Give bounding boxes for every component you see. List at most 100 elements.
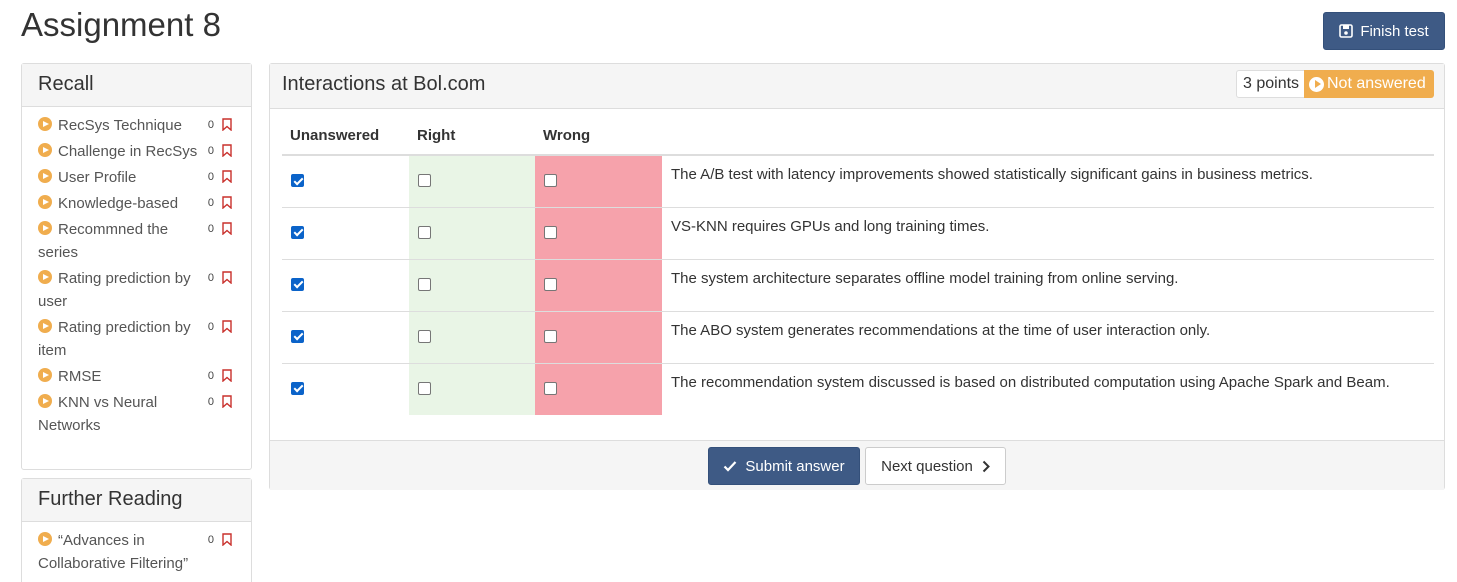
answer-row: The system architecture separates offlin… [282,258,1434,311]
question-header: Interactions at Bol.com 3 points Not ans… [270,64,1444,109]
sidebar-item[interactable]: User Profile 0 [38,166,239,189]
sidebar-item-count: 0 [207,396,214,408]
sidebar-item-count: 0 [207,321,214,333]
answer-row: The ABO system generates recommendations… [282,310,1434,363]
sidebar-item-label: RMSE [58,368,102,385]
next-question-label: Next question [881,457,973,475]
status-badge: Not answered [1304,70,1434,98]
right-checkbox[interactable] [418,174,431,187]
play-circle-icon [38,195,52,209]
play-circle-icon [38,117,52,131]
bookmark-icon[interactable] [222,196,232,209]
sidebar-item[interactable]: RMSE 0 [38,365,239,388]
unanswered-cell [282,362,409,415]
finish-test-button[interactable]: Finish test [1323,12,1445,50]
sidebar-item-label: “Advances in Collaborative Filtering” [38,532,189,572]
further-reading-list: “Advances in Collaborative Filtering” 0 [22,522,251,575]
wrong-cell [535,258,662,311]
sidebar-item-count: 0 [207,145,214,157]
recall-panel-title: Recall [22,64,251,107]
next-question-button[interactable]: Next question [865,447,1006,485]
unanswered-cell [282,154,409,207]
bookmark-icon[interactable] [222,271,232,284]
sidebar-item[interactable]: KNN vs Neural Networks 0 [38,391,239,437]
statement-text: The system architecture separates offlin… [662,258,1434,311]
wrong-checkbox[interactable] [544,329,557,343]
sidebar-item-count: 0 [207,272,214,284]
submit-answer-label: Submit answer [745,457,845,475]
sidebar-item-label: Knowledge-based [58,195,179,212]
checkmark-icon [724,461,737,472]
sidebar-item[interactable]: Challenge in RecSys 0 [38,140,239,163]
column-header-right: Right [409,117,535,156]
sidebar-item[interactable]: Rating prediction by user 0 [38,267,239,313]
sidebar-item-count: 0 [207,119,214,131]
question-title: Interactions at Bol.com [282,73,486,95]
wrong-checkbox[interactable] [544,277,557,291]
sidebar-item-count: 0 [207,197,214,209]
sidebar-item-count: 0 [207,370,214,382]
play-circle-icon [38,169,52,183]
statement-text: The recommendation system discussed is b… [662,362,1434,415]
bookmark-icon[interactable] [222,170,232,183]
wrong-checkbox[interactable] [544,174,557,187]
right-checkbox[interactable] [418,277,431,291]
sidebar-item-label: Rating prediction by item [38,319,191,359]
unanswered-checkbox[interactable] [291,225,304,239]
question-panel: Interactions at Bol.com 3 points Not ans… [269,63,1445,490]
bookmark-icon[interactable] [222,320,232,333]
submit-answer-button[interactable]: Submit answer [708,447,860,485]
play-circle-icon [38,532,52,546]
status-label: Not answered [1327,75,1426,92]
unanswered-cell [282,206,409,259]
unanswered-checkbox[interactable] [291,329,304,343]
unanswered-checkbox[interactable] [291,174,304,187]
column-header-wrong: Wrong [535,117,662,156]
wrong-checkbox[interactable] [544,381,557,395]
further-reading-panel: Further Reading “Advances in Collaborati… [21,478,252,582]
wrong-cell [535,310,662,363]
bookmark-icon[interactable] [222,222,232,235]
answer-row: The A/B test with latency improvements s… [282,154,1434,207]
bookmark-icon[interactable] [222,395,232,408]
chevron-right-icon [982,460,990,472]
sidebar-item[interactable]: Rating prediction by item 0 [38,316,239,362]
statement-text: The A/B test with latency improvements s… [662,154,1434,207]
wrong-cell [535,362,662,415]
finish-test-label: Finish test [1360,22,1429,40]
bookmark-icon[interactable] [222,118,232,131]
further-reading-title: Further Reading [22,479,251,522]
sidebar-item[interactable]: Knowledge-based 0 [38,192,239,215]
unanswered-cell [282,310,409,363]
right-cell [409,362,535,415]
play-circle-icon [38,221,52,235]
wrong-checkbox[interactable] [544,225,557,239]
answer-table-header: Unanswered Right Wrong [282,117,1434,156]
bookmark-icon[interactable] [222,144,232,157]
right-checkbox[interactable] [418,225,431,239]
answer-row: The recommendation system discussed is b… [282,362,1434,415]
page-title: Assignment 8 [21,6,221,43]
sidebar-item-label: Recommned the series [38,221,169,261]
sidebar-item[interactable]: Recommned the series 0 [38,218,239,264]
sidebar-item-label: KNN vs Neural Networks [38,394,158,434]
unanswered-checkbox[interactable] [291,277,304,291]
column-header-statement [662,117,1434,156]
bookmark-icon[interactable] [222,533,232,546]
right-cell [409,310,535,363]
right-checkbox[interactable] [418,381,431,395]
statement-text: The ABO system generates recommendations… [662,310,1434,363]
sidebar-item-label: Rating prediction by user [38,270,191,310]
sidebar-item[interactable]: “Advances in Collaborative Filtering” 0 [38,529,239,575]
unanswered-checkbox[interactable] [291,381,304,395]
sidebar-item[interactable]: RecSys Technique 0 [38,114,239,137]
answer-row: VS-KNN requires GPUs and long training t… [282,206,1434,259]
right-cell [409,206,535,259]
play-circle-icon [1309,76,1324,92]
sidebar-item-count: 0 [207,534,214,546]
recall-list: RecSys Technique 0 Challenge in RecSys 0 Use… [22,107,251,437]
right-checkbox[interactable] [418,329,431,343]
unanswered-cell [282,258,409,311]
bookmark-icon[interactable] [222,369,232,382]
column-header-unanswered: Unanswered [282,117,409,156]
